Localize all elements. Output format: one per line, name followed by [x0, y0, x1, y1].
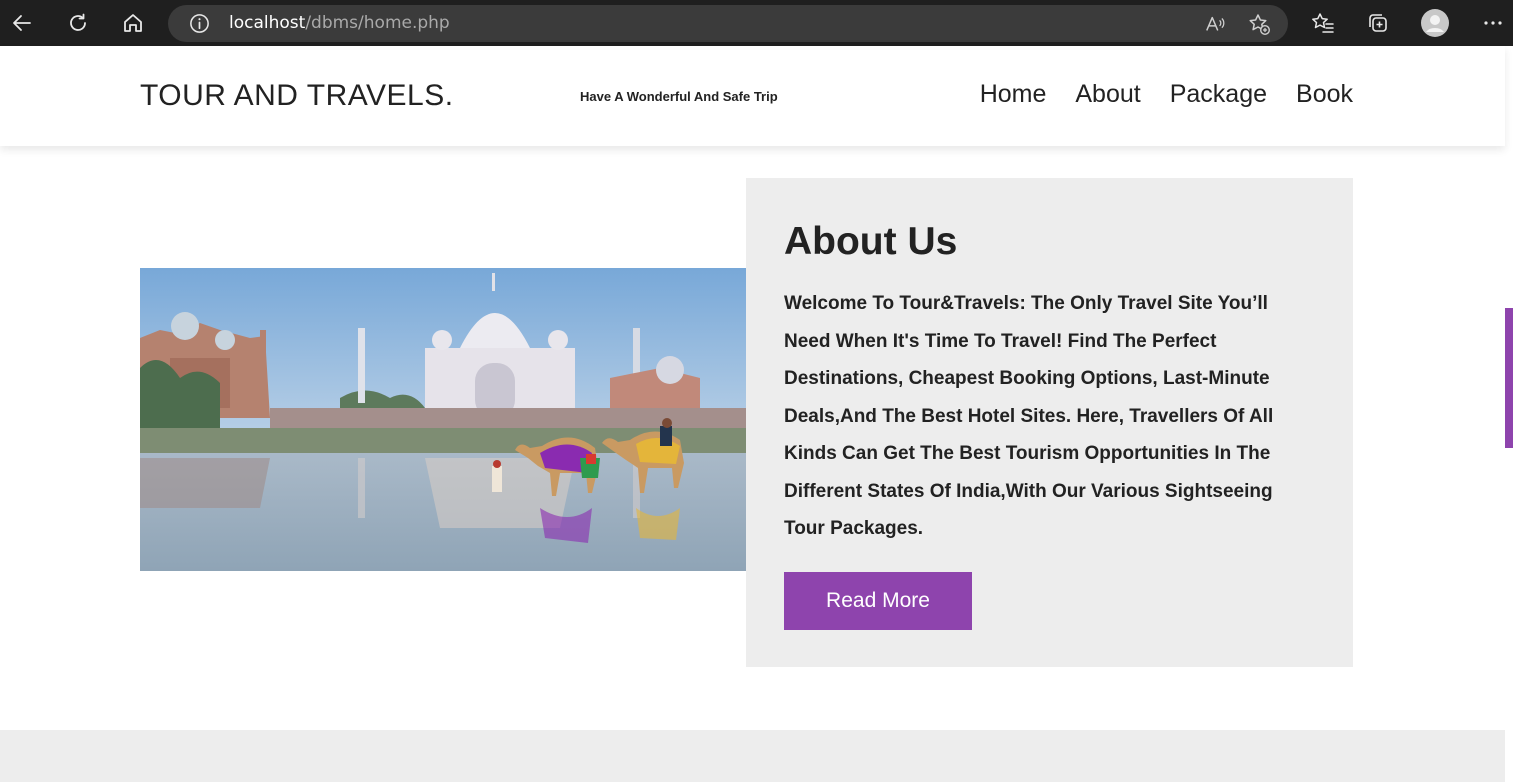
back-arrow-icon[interactable]: [6, 7, 38, 39]
profile-avatar-icon[interactable]: [1419, 7, 1451, 39]
refresh-icon[interactable]: [62, 7, 94, 39]
next-section-band: [0, 730, 1505, 782]
favorites-icon[interactable]: [1307, 7, 1339, 39]
site-info-icon[interactable]: [188, 12, 211, 35]
nav-book[interactable]: Book: [1296, 80, 1353, 109]
nav-home[interactable]: Home: [980, 80, 1047, 109]
read-more-button[interactable]: Read More: [784, 572, 972, 630]
nav-package[interactable]: Package: [1170, 80, 1267, 109]
url-host: localhost: [229, 13, 306, 33]
url-text[interactable]: localhost/dbms/home.php: [229, 13, 450, 33]
url-path: /dbms/home.php: [305, 13, 450, 33]
main-nav: Home About Package Book: [980, 80, 1353, 109]
site-header: TOUR AND TRAVELS. Have A Wonderful And S…: [0, 46, 1505, 146]
nav-about[interactable]: About: [1075, 80, 1140, 109]
home-icon[interactable]: [117, 7, 149, 39]
tagline: Have A Wonderful And Safe Trip: [580, 89, 778, 104]
scroll-indicator[interactable]: [1505, 308, 1513, 448]
address-bar[interactable]: localhost/dbms/home.php: [168, 5, 1288, 42]
more-menu-icon[interactable]: [1477, 7, 1509, 39]
read-aloud-icon[interactable]: [1202, 11, 1228, 37]
add-favorite-icon[interactable]: [1246, 11, 1272, 37]
site-logo[interactable]: TOUR AND TRAVELS.: [140, 79, 454, 113]
collections-icon[interactable]: [1362, 7, 1394, 39]
about-image: [140, 268, 746, 571]
about-panel: About Us Welcome To Tour&Travels: The On…: [746, 178, 1353, 667]
about-title: About Us: [784, 220, 958, 263]
about-text: Welcome To Tour&Travels: The Only Travel…: [784, 293, 1274, 539]
browser-toolbar: localhost/dbms/home.php: [0, 0, 1513, 46]
